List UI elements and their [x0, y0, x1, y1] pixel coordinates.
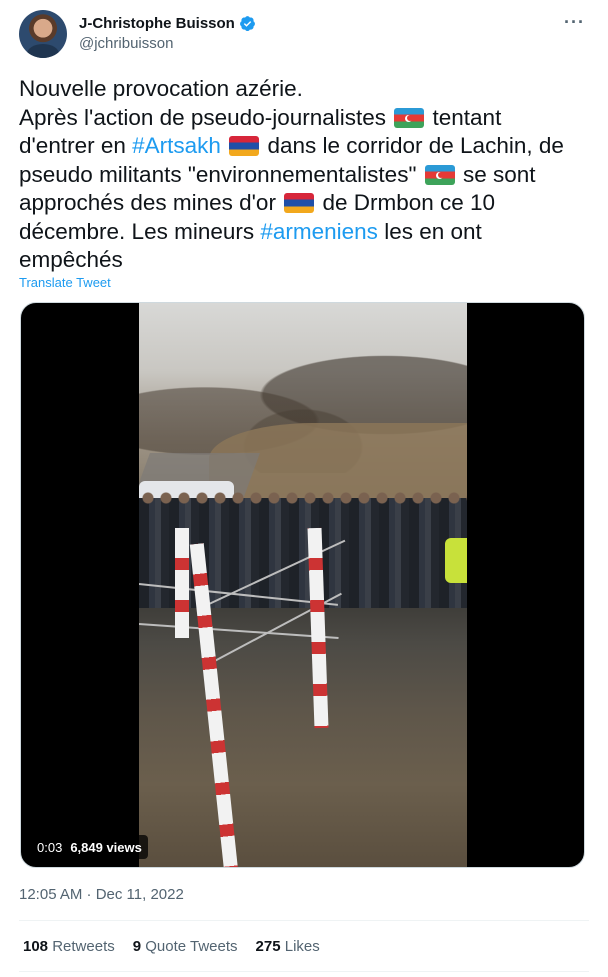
video-info-badge: 0:03 6,849 views: [31, 835, 148, 859]
handle[interactable]: @jchribuisson: [79, 34, 256, 54]
tweet-line: d'entrer en #Artsakh dans le corridor de…: [19, 132, 591, 161]
tweet-line: Nouvelle provocation azérie.: [19, 75, 591, 104]
tweet-text-segment: décembre. Les mineurs: [19, 218, 261, 244]
tweet-line: pseudo militants "environnementalistes" …: [19, 161, 591, 190]
verified-badge-icon: [239, 16, 255, 32]
more-options-icon[interactable]: ···: [564, 13, 585, 31]
display-name-row: J-Christophe Buisson: [79, 14, 256, 33]
tweet-header: J-Christophe Buisson @jchribuisson ···: [19, 9, 589, 59]
tweet-line: décembre. Les mineurs #armeniens les en …: [19, 218, 591, 247]
fence-post: [175, 528, 189, 638]
tweet-text-segment: de Drmbon ce 10: [316, 190, 496, 215]
tweet-text-segment: tentant: [426, 104, 502, 130]
hashtag-link[interactable]: #Artsakh: [132, 133, 221, 158]
video-player[interactable]: 0:03 6,849 views: [20, 302, 585, 868]
avatar[interactable]: [19, 10, 67, 58]
hashtag-link[interactable]: #armeniens: [260, 219, 378, 244]
tweet-text-segment: les en ont: [377, 218, 482, 244]
fence-wire: [139, 623, 339, 639]
display-name[interactable]: J-Christophe Buisson: [79, 14, 235, 33]
tweet-text-segment: d'entrer en: [19, 133, 133, 158]
tweet-line: approchés des mines d'or de Drmbon ce 10: [19, 189, 591, 218]
azerbaijan-flag-icon: [394, 107, 425, 128]
tweet-text-segment: Après l'action de pseudo-journalistes: [19, 104, 393, 130]
azerbaijan-flag-icon: [424, 164, 455, 185]
tweet-text-segment: dans le corridor de Lachin, de: [261, 133, 564, 158]
stat-retweets[interactable]: 108 Retweets: [23, 938, 115, 955]
stat-quote-tweets[interactable]: 9 Quote Tweets: [133, 938, 238, 955]
translate-tweet-link[interactable]: Translate Tweet: [19, 275, 111, 290]
armenia-flag-icon: [284, 193, 315, 213]
armenia-flag-icon: [229, 136, 260, 156]
tweet-line: empêchés: [19, 246, 591, 275]
tweet-text-segment: [221, 133, 227, 158]
video-views: 6,849 views: [70, 839, 142, 855]
divider: [19, 971, 589, 972]
stat-likes[interactable]: 275 Likes: [256, 938, 320, 955]
tweet-text-segment: se sont: [456, 161, 536, 187]
tweet-text-segment: pseudo militants "environnementalistes": [19, 161, 423, 187]
tweet-stats: 108 Retweets 9 Quote Tweets 275 Likes: [23, 938, 320, 955]
tweet-line: Après l'action de pseudo-journalistes te…: [19, 104, 591, 133]
tweet-text-segment: Nouvelle provocation azérie.: [19, 76, 303, 101]
video-frame[interactable]: [139, 303, 467, 867]
video-time: 0:03: [37, 839, 63, 855]
video-hi-vis-person: [445, 538, 467, 583]
tweet-text-segment: empêchés: [19, 247, 123, 272]
tweet-timestamp[interactable]: 12:05 AM · Dec 11, 2022: [19, 886, 184, 903]
tweet-text-segment: approchés des mines d'or: [19, 190, 283, 215]
tweet-text: Nouvelle provocation azérie. Après l'acti…: [19, 75, 591, 275]
author-info: J-Christophe Buisson @jchribuisson: [79, 14, 256, 54]
divider: [19, 920, 589, 921]
